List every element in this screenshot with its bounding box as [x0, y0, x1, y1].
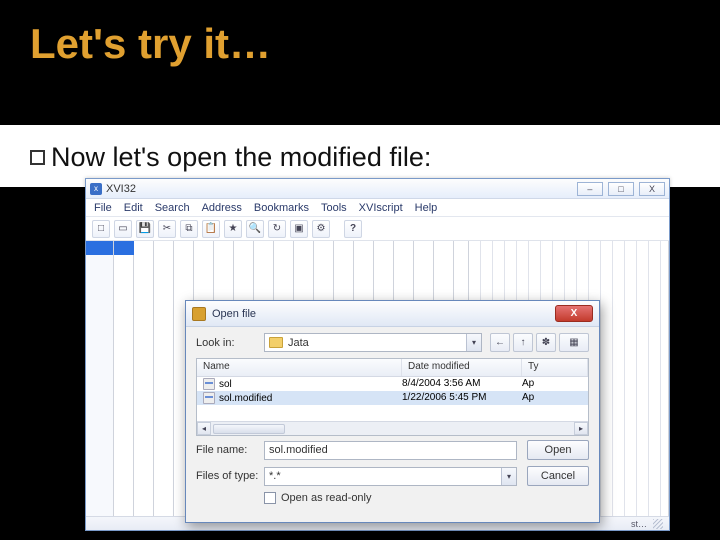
- menu-tools[interactable]: Tools: [321, 202, 347, 214]
- save-icon[interactable]: 💾: [136, 220, 154, 238]
- file-icon: [203, 378, 215, 390]
- findnext-icon[interactable]: ↻: [268, 220, 286, 238]
- resize-grip-icon[interactable]: [653, 519, 663, 529]
- file-list[interactable]: Name Date modified Ty sol 8/4/2004 3:56 …: [196, 358, 589, 436]
- file-list-header[interactable]: Name Date modified Ty: [197, 359, 588, 377]
- bullet-marker: [30, 150, 45, 165]
- lookin-combo[interactable]: Jata ▾: [264, 333, 482, 352]
- new-icon[interactable]: □: [92, 220, 110, 238]
- slide-title: Let's try it…: [0, 0, 720, 76]
- new-folder-button[interactable]: ✽: [536, 333, 556, 352]
- paste-icon[interactable]: 📋: [202, 220, 220, 238]
- copy-icon[interactable]: ⧉: [180, 220, 198, 238]
- cancel-button[interactable]: Cancel: [527, 466, 589, 486]
- open-file-dialog: Open file X Look in: Jata ▾ ← ↑ ✽ ▦ Name…: [185, 300, 600, 523]
- status-text: st…: [631, 519, 647, 529]
- menu-search[interactable]: Search: [155, 202, 190, 214]
- app-icon: x: [90, 183, 102, 195]
- dialog-close-button[interactable]: X: [555, 305, 593, 322]
- menu-address[interactable]: Address: [202, 202, 242, 214]
- folder-icon: [269, 337, 283, 348]
- scroll-thumb[interactable]: [213, 424, 285, 434]
- menu-bookmarks[interactable]: Bookmarks: [254, 202, 309, 214]
- scroll-right-icon[interactable]: ▸: [574, 422, 588, 435]
- back-button[interactable]: ←: [490, 333, 510, 352]
- app-title: XVI32: [106, 183, 136, 195]
- col-name[interactable]: Name: [197, 359, 402, 376]
- window-buttons: – □ X: [575, 182, 665, 196]
- filename-label: File name:: [196, 444, 264, 456]
- maximize-button[interactable]: □: [608, 182, 634, 196]
- scroll-left-icon[interactable]: ◂: [197, 422, 211, 435]
- address-column[interactable]: [86, 241, 114, 516]
- col-type[interactable]: Ty: [522, 359, 588, 376]
- minimize-button[interactable]: –: [577, 182, 603, 196]
- col-date[interactable]: Date modified: [402, 359, 522, 376]
- menu-help[interactable]: Help: [415, 202, 438, 214]
- go-icon[interactable]: ▣: [290, 220, 308, 238]
- filename-input[interactable]: sol.modified: [264, 441, 517, 460]
- dialog-title: Open file: [212, 308, 555, 320]
- menu-file[interactable]: File: [94, 202, 112, 214]
- bookmark-icon[interactable]: ★: [224, 220, 242, 238]
- readonly-checkbox[interactable]: [264, 492, 276, 504]
- menu-bar: File Edit Search Address Bookmarks Tools…: [86, 199, 669, 217]
- close-button[interactable]: X: [639, 182, 665, 196]
- toolbar: □ ▭ 💾 ✂ ⧉ 📋 ★ 🔍 ↻ ▣ ⚙ ?: [86, 217, 669, 241]
- folder-open-icon: [192, 307, 206, 321]
- views-button[interactable]: ▦: [559, 333, 589, 352]
- menu-edit[interactable]: Edit: [124, 202, 143, 214]
- app-titlebar[interactable]: x XVI32 – □ X: [86, 179, 669, 199]
- file-row[interactable]: sol 8/4/2004 3:56 AM Ap: [197, 377, 588, 391]
- chevron-down-icon[interactable]: ▾: [501, 468, 516, 485]
- find-icon[interactable]: 🔍: [246, 220, 264, 238]
- bullet-text: Now let's open the modified file:: [51, 142, 431, 173]
- filetype-combo[interactable]: *.* ▾: [264, 467, 517, 486]
- open-icon[interactable]: ▭: [114, 220, 132, 238]
- file-row[interactable]: sol.modified 1/22/2006 5:45 PM Ap: [197, 391, 588, 405]
- readonly-label: Open as read-only: [281, 492, 372, 504]
- chevron-down-icon[interactable]: ▾: [466, 334, 481, 351]
- lookin-label: Look in:: [196, 337, 264, 349]
- filetype-label: Files of type:: [196, 470, 264, 482]
- up-button[interactable]: ↑: [513, 333, 533, 352]
- open-button[interactable]: Open: [527, 440, 589, 460]
- tool-icon[interactable]: ⚙: [312, 220, 330, 238]
- help-icon[interactable]: ?: [344, 220, 362, 238]
- cut-icon[interactable]: ✂: [158, 220, 176, 238]
- horizontal-scrollbar[interactable]: ◂ ▸: [197, 421, 588, 435]
- menu-xviscript[interactable]: XVIscript: [359, 202, 403, 214]
- dialog-titlebar[interactable]: Open file X: [186, 301, 599, 327]
- lookin-value: Jata: [288, 337, 309, 349]
- file-icon: [203, 392, 215, 404]
